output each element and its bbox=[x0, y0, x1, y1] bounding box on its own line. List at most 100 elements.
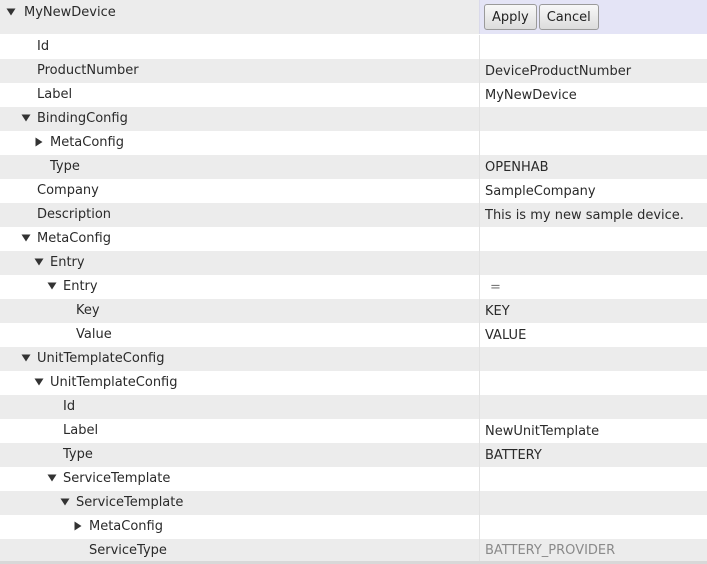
tree-row-value-cell[interactable]: DeviceProductNumber bbox=[479, 59, 707, 83]
expand-arrow-icon[interactable] bbox=[72, 520, 84, 532]
tree-row-value: = bbox=[490, 279, 501, 295]
tree-row-label: Type bbox=[63, 447, 93, 462]
tree-row-value-cell[interactable]: VALUE bbox=[479, 323, 707, 347]
tree-row-label: Id bbox=[37, 39, 50, 54]
tree-row-label: ServiceType bbox=[89, 543, 167, 558]
tree-row-value-cell[interactable] bbox=[479, 107, 707, 131]
tree-row-label: Type bbox=[50, 159, 80, 174]
tree-row-name-cell: Value bbox=[0, 323, 479, 347]
tree-row-value-cell[interactable] bbox=[479, 347, 707, 371]
tree-row-meta-config[interactable]: MetaConfig bbox=[0, 227, 707, 251]
tree-row-value-cell[interactable] bbox=[479, 131, 707, 155]
tree-row-label: Label bbox=[63, 423, 99, 438]
tree-row-unit-id[interactable]: Id bbox=[0, 395, 707, 419]
tree-row-value-cell[interactable] bbox=[479, 251, 707, 275]
tree-row-entry-value[interactable]: Value VALUE bbox=[0, 323, 707, 347]
tree-row-label: MetaConfig bbox=[37, 231, 111, 246]
tree-row-label: Value bbox=[76, 327, 112, 342]
tree-row-label: UnitTemplateConfig bbox=[37, 351, 165, 366]
tree-row-name-cell: Type bbox=[0, 443, 479, 467]
tree-row-label: MetaConfig bbox=[89, 519, 163, 534]
tree-row-name-cell: MetaConfig bbox=[0, 227, 479, 251]
tree-row-entry-list[interactable]: Entry bbox=[0, 251, 707, 275]
tree-row-value-cell[interactable]: BATTERY bbox=[479, 443, 707, 467]
collapse-arrow-icon[interactable] bbox=[20, 232, 32, 244]
tree-row-name-cell: UnitTemplateConfig bbox=[0, 347, 479, 371]
tree-root-label: MyNewDevice bbox=[24, 5, 116, 20]
tree-row-name-cell: Id bbox=[0, 35, 479, 59]
collapse-arrow-icon[interactable] bbox=[46, 472, 58, 484]
tree-row-unit-template-config[interactable]: UnitTemplateConfig bbox=[0, 371, 707, 395]
tree-row-label[interactable]: Label MyNewDevice bbox=[0, 83, 707, 107]
tree-root-row[interactable]: MyNewDevice Apply Cancel bbox=[0, 0, 707, 34]
collapse-arrow-icon[interactable] bbox=[59, 496, 71, 508]
tree-row-value: DeviceProductNumber bbox=[485, 63, 632, 79]
tree-row-value-cell[interactable]: = bbox=[479, 275, 707, 299]
tree-row-value-cell[interactable] bbox=[479, 371, 707, 395]
tree-row-label: Description bbox=[37, 207, 112, 222]
tree-row-label: MetaConfig bbox=[50, 135, 124, 150]
tree-row-binding-meta-config[interactable]: MetaConfig bbox=[0, 131, 707, 155]
tree-row-name-cell: Type bbox=[0, 155, 479, 179]
tree-row-value-cell[interactable] bbox=[479, 227, 707, 251]
collapse-arrow-icon[interactable] bbox=[20, 112, 32, 124]
tree-row-unit-label[interactable]: Label NewUnitTemplate bbox=[0, 419, 707, 443]
apply-button[interactable]: Apply bbox=[484, 4, 537, 30]
tree-row-name-cell: Label bbox=[0, 419, 479, 443]
cancel-button[interactable]: Cancel bbox=[538, 4, 599, 30]
tree-row-unit-type[interactable]: Type BATTERY bbox=[0, 443, 707, 467]
tree-row-service-meta-config[interactable]: MetaConfig bbox=[0, 515, 707, 539]
tree-row-name-cell: Key bbox=[0, 299, 479, 323]
tree-row-product-number[interactable]: ProductNumber DeviceProductNumber bbox=[0, 59, 707, 83]
tree-row-description[interactable]: Description This is my new sample device. bbox=[0, 203, 707, 227]
tree-row-name-cell: Id bbox=[0, 395, 479, 419]
expand-arrow-icon[interactable] bbox=[33, 136, 45, 148]
tree-row-name-cell: MetaConfig bbox=[0, 515, 479, 539]
tree-row-name-cell: ProductNumber bbox=[0, 59, 479, 83]
tree-row-binding-config[interactable]: BindingConfig bbox=[0, 107, 707, 131]
tree-row-company[interactable]: Company SampleCompany bbox=[0, 179, 707, 203]
tree-row-value-cell[interactable] bbox=[479, 491, 707, 515]
tree-row-value-cell[interactable]: OPENHAB bbox=[479, 155, 707, 179]
tree-row-label: Id bbox=[63, 399, 76, 414]
tree-row-service-template-list[interactable]: ServiceTemplate bbox=[0, 467, 707, 491]
tree-row-value: MyNewDevice bbox=[485, 87, 577, 103]
tree-row-name-cell: ServiceTemplate bbox=[0, 467, 479, 491]
tree-row-value-cell[interactable]: BATTERY_PROVIDER bbox=[479, 539, 707, 561]
tree-row-name-cell: Description bbox=[0, 203, 479, 227]
collapse-arrow-icon[interactable] bbox=[33, 256, 45, 268]
tree-row-value-cell[interactable] bbox=[479, 395, 707, 419]
tree-row-value-cell[interactable]: SampleCompany bbox=[479, 179, 707, 203]
tree-row-binding-type[interactable]: Type OPENHAB bbox=[0, 155, 707, 179]
collapse-arrow-icon[interactable] bbox=[46, 280, 58, 292]
expand-arrow-icon[interactable] bbox=[5, 6, 17, 18]
tree-row-value: NewUnitTemplate bbox=[485, 423, 600, 439]
tree-row-value: BATTERY bbox=[485, 447, 542, 463]
tree-row-value-cell[interactable] bbox=[479, 515, 707, 539]
tree-row-value-cell[interactable] bbox=[479, 35, 707, 59]
tree-row-service-template[interactable]: ServiceTemplate bbox=[0, 491, 707, 515]
tree-row-value-cell[interactable]: KEY bbox=[479, 299, 707, 323]
tree-row-label: ServiceTemplate bbox=[76, 495, 184, 510]
tree-row-value: SampleCompany bbox=[485, 183, 596, 199]
tree-row-value: This is my new sample device. bbox=[485, 207, 684, 223]
tree-row-value: VALUE bbox=[485, 327, 527, 343]
tree-row-value-cell[interactable]: NewUnitTemplate bbox=[479, 419, 707, 443]
collapse-arrow-icon[interactable] bbox=[20, 352, 32, 364]
tree-row-label: ProductNumber bbox=[37, 63, 139, 78]
tree-row-value-cell[interactable]: This is my new sample device. bbox=[479, 203, 707, 227]
tree-row-label: ServiceTemplate bbox=[63, 471, 171, 486]
tree-row-entry-key[interactable]: Key KEY bbox=[0, 299, 707, 323]
tree-row-name-cell: MetaConfig bbox=[0, 131, 479, 155]
tree-row-unit-template-config-list[interactable]: UnitTemplateConfig bbox=[0, 347, 707, 371]
tree-row-value-cell[interactable] bbox=[479, 467, 707, 491]
tree-row-service-type[interactable]: ServiceType BATTERY_PROVIDER bbox=[0, 539, 707, 561]
tree-row-name-cell: Label bbox=[0, 83, 479, 107]
tree-row-label: Label bbox=[37, 87, 73, 102]
collapse-arrow-icon[interactable] bbox=[33, 376, 45, 388]
tree-row-entry[interactable]: Entry = bbox=[0, 275, 707, 299]
tree-row-name-cell: Entry bbox=[0, 251, 479, 275]
tree-row-id[interactable]: Id bbox=[0, 35, 707, 59]
tree-row-name-cell: ServiceType bbox=[0, 539, 479, 561]
tree-row-value-cell[interactable]: MyNewDevice bbox=[479, 83, 707, 107]
